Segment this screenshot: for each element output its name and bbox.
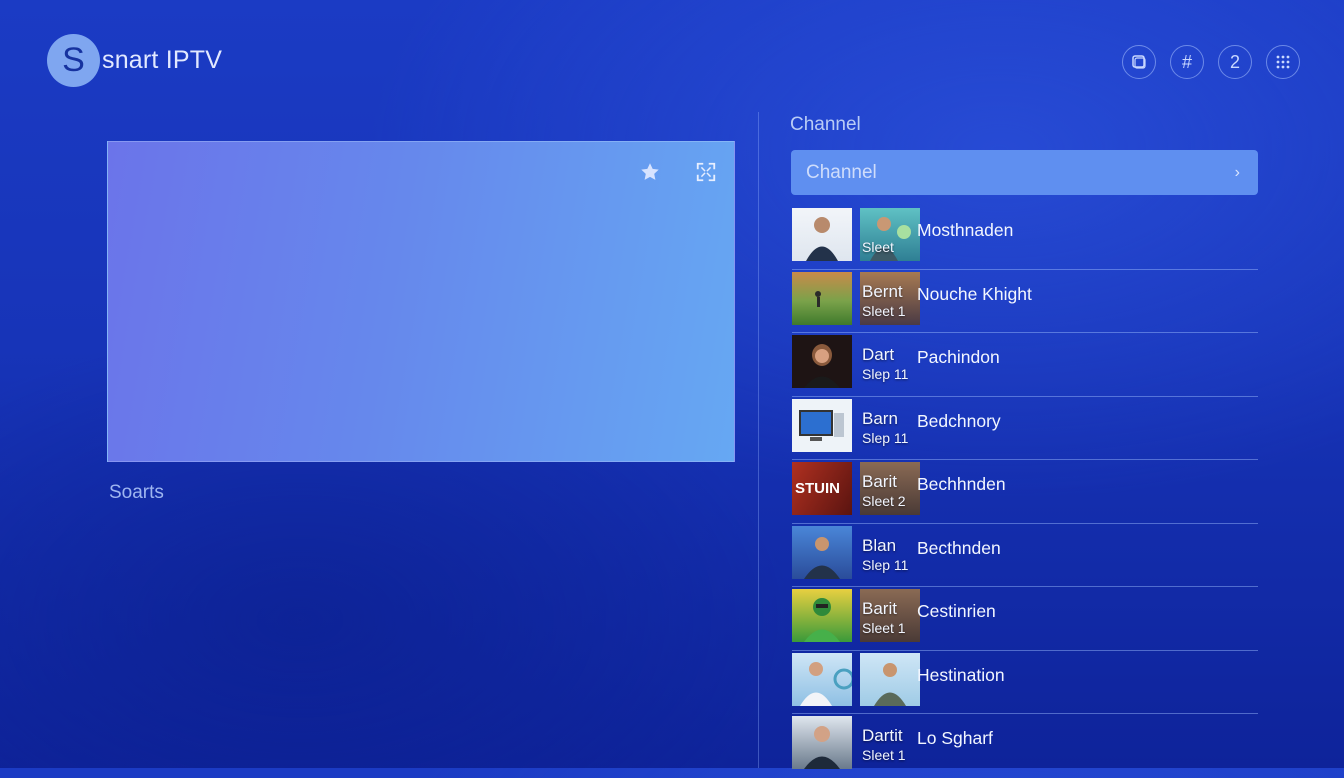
number-badge[interactable]: 2 [1218,45,1252,79]
channel-title: Dart [862,345,895,364]
star-icon[interactable] [637,159,663,185]
channel-thumbnail: STUIN [792,462,852,515]
channel-subtitle: Sleet 1 [862,747,906,763]
app-title: snart IPTV [102,46,223,74]
channel-name: Lo Sgharf [917,728,993,748]
chevron-right-icon: › [1234,163,1240,181]
channel-name: Mosthnaden [917,220,1014,240]
channel-title: Bernt [862,281,903,301]
channel-thumbnail [792,335,852,388]
svg-text:STUIN: STUIN [795,480,840,497]
channel-name: Pachindon [917,347,1000,367]
channel-subtitle: Slep 11 [862,366,909,382]
channel-row[interactable]: Barn Slep 11 Bedchnory [792,397,1258,460]
channel-name: Hestination [917,664,1005,685]
logo-badge: S [47,34,100,87]
channel-list: Sleet Mosthnaden Bernt Sleet 1 Nouche Kh… [792,206,1258,778]
channel-thumbnail [792,589,852,642]
screen-icon[interactable] [1122,45,1156,79]
panel-divider [758,112,759,768]
channel-row[interactable]: Bernt Sleet 1 Nouche Khight [792,270,1258,333]
channel-thumbnail [792,398,852,452]
channel-title: Dartit [862,726,903,745]
channel-row[interactable]: STUIN Barit Sleet 2 Bechhnden [792,460,1258,524]
channel-row[interactable]: Sleet Mosthnaden [792,206,1258,270]
apps-grid-icon[interactable] [1266,45,1300,79]
channel-thumbnail [792,652,852,706]
channel-name: Nouche Khight [917,283,1032,304]
channel-row[interactable]: Hestination [792,651,1258,714]
channel-subtitle: Slep 11 [862,556,909,573]
app-logo: S snart IPTV [47,34,222,87]
channel-dropdown[interactable]: Channel › [791,150,1258,195]
channel-row[interactable]: Barit Sleet 1 Cestinrien [792,587,1258,651]
channel-title: Barit [862,599,897,618]
channel-subtitle: Slep 11 [862,429,909,446]
channel-thumbnail [792,271,852,325]
channel-thumbnail [792,525,852,579]
channel-title: Blan [862,535,897,555]
channel-title: Barn [862,408,898,428]
channel-thumbnail-alt [860,652,920,706]
fullscreen-icon[interactable] [693,159,719,185]
channel-name: Bechhnden [917,474,1006,494]
channel-subtitle: Sleet [862,239,894,255]
channel-row[interactable]: Dart Slep 11 Pachindon [792,333,1258,397]
channel-subtitle: Sleet 1 [862,620,906,636]
channel-dropdown-value: Channel [806,161,877,183]
channel-name: Becthnden [917,537,1001,558]
video-player[interactable] [107,141,735,462]
channel-name: Cestinrien [917,601,996,621]
channel-title: Barit [862,472,897,491]
channel-subtitle: Sleet 2 [862,493,906,509]
channel-name: Bedchnory [917,410,1001,431]
top-toolbar: # 2 [1122,45,1300,79]
channel-subtitle: Sleet 1 [862,302,906,319]
channel-row[interactable]: Blan Slep 11 Becthnden [792,524,1258,587]
category-label[interactable]: Soarts [109,482,164,504]
grid-hash-icon[interactable]: # [1170,45,1204,79]
channel-heading: Channel [790,114,861,135]
channel-thumbnail [792,716,852,769]
channel-thumbnail [792,208,852,261]
